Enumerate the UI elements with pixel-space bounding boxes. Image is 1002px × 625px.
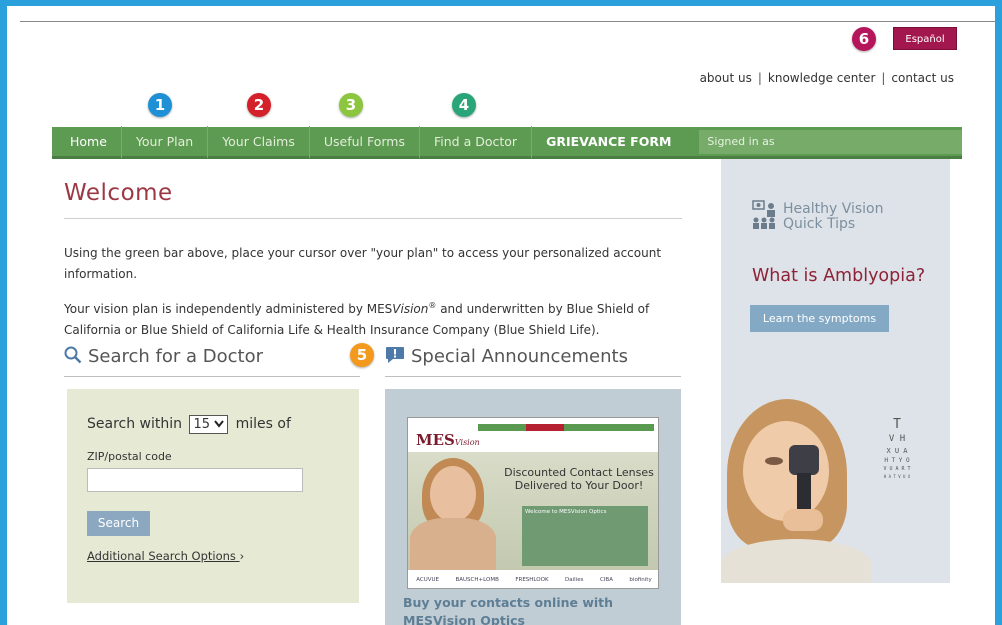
eye-chart-line: X U A bbox=[886, 447, 908, 455]
speech-bubble-icon bbox=[385, 346, 405, 369]
learn-symptoms-button[interactable]: Learn the symptoms bbox=[750, 305, 889, 332]
woman-shoulders bbox=[410, 518, 496, 570]
announcements-heading-text: Special Announcements bbox=[411, 346, 628, 367]
nav-find-a-doctor[interactable]: Find a Doctor bbox=[420, 125, 533, 158]
eye-chart: T V H X U A H T Y O V U A R T H A T V U … bbox=[867, 417, 927, 479]
thumb-nav-accent bbox=[526, 424, 564, 431]
title-divider bbox=[64, 218, 682, 219]
chevron-down-icon bbox=[214, 417, 224, 432]
callout-1: 1 bbox=[148, 93, 172, 117]
brand-logo: biofinity bbox=[629, 577, 652, 583]
callout-2: 2 bbox=[247, 93, 271, 117]
brand-logo: Dailies bbox=[565, 577, 584, 583]
main-nav-bar: Home Your Plan Your Claims Useful Forms … bbox=[52, 125, 962, 159]
announcements-heading: Special Announcements bbox=[385, 346, 628, 369]
brand-logo: BAUSCH+LOMB bbox=[455, 577, 499, 583]
child-with-ophthalmoscope-image bbox=[721, 399, 871, 583]
additional-search-options-link[interactable]: Additional Search Options › bbox=[87, 549, 244, 563]
child-hand bbox=[783, 509, 823, 531]
mesvision-logo-text: MES bbox=[416, 431, 455, 449]
about-us-link[interactable]: about us bbox=[700, 71, 752, 85]
zip-input[interactable] bbox=[87, 468, 303, 492]
brand-logo: ACUVUE bbox=[416, 577, 440, 583]
callout-3: 3 bbox=[339, 93, 363, 117]
announcements-heading-divider bbox=[385, 376, 681, 377]
healthy-vision-line2: Quick Tips bbox=[783, 216, 856, 232]
optics-site-thumbnail: MESVision Discounted Contact Lenses Deli… bbox=[407, 417, 659, 589]
ophthalmoscope-head bbox=[789, 445, 819, 475]
miles-select[interactable]: 15 bbox=[189, 415, 229, 434]
brand-logo: CIBA bbox=[599, 577, 613, 583]
plan-info-paragraph: Your vision plan is independently admini… bbox=[64, 295, 674, 341]
search-doctor-heading: Search for a Doctor bbox=[64, 346, 263, 369]
eye-exam-icon bbox=[752, 200, 778, 234]
search-within-row: Search within 15 miles of bbox=[87, 415, 291, 434]
nav-your-plan[interactable]: Your Plan bbox=[122, 125, 209, 158]
thumb-hero: Discounted Contact Lenses Delivered to Y… bbox=[408, 452, 658, 570]
link-separator: | bbox=[757, 71, 762, 85]
additional-search-options-label: Additional Search Options bbox=[87, 549, 236, 563]
contact-us-link[interactable]: contact us bbox=[891, 71, 954, 85]
callout-6: 6 bbox=[852, 27, 876, 51]
nav-your-claims[interactable]: Your Claims bbox=[208, 125, 310, 158]
top-divider bbox=[20, 21, 995, 22]
espanol-button[interactable]: Español bbox=[893, 27, 957, 50]
signed-in-field: Signed in as bbox=[699, 129, 962, 154]
doctor-search-panel: Search within 15 miles of ZIP/postal cod… bbox=[67, 389, 359, 603]
healthy-vision-line1: Healthy Vision bbox=[783, 201, 884, 217]
thumb-welcome-box: Welcome to MESVision Optics bbox=[522, 506, 648, 566]
mesvision-logo-sub: Vision bbox=[454, 438, 480, 447]
link-separator: | bbox=[881, 71, 886, 85]
miles-of-label: miles of bbox=[235, 416, 291, 432]
woman-face bbox=[430, 466, 476, 522]
intro-paragraph: Using the green bar above, place your cu… bbox=[64, 246, 662, 281]
brand-vision: Vision bbox=[392, 302, 429, 316]
healthy-vision-title: Healthy Vision Quick Tips bbox=[783, 202, 884, 232]
thumb-brand-strip: ACUVUE BAUSCH+LOMB FRESHLOOK Dailies CIB… bbox=[408, 570, 658, 588]
search-heading-divider bbox=[64, 376, 360, 377]
search-button[interactable]: Search bbox=[87, 511, 150, 536]
eye-chart-line: H T Y O bbox=[884, 457, 910, 464]
thumb-headline: Discounted Contact Lenses Delivered to Y… bbox=[504, 466, 654, 492]
child-eye bbox=[765, 457, 783, 465]
vision-tips-sidebar: Healthy Vision Quick Tips What is Amblyop… bbox=[721, 159, 950, 583]
zip-label: ZIP/postal code bbox=[87, 450, 172, 463]
page-title: Welcome bbox=[64, 180, 173, 206]
announcement-caption[interactable]: Buy your contacts online with MESVision … bbox=[403, 594, 673, 625]
callout-4: 4 bbox=[452, 93, 476, 117]
amblyopia-heading: What is Amblyopia? bbox=[752, 266, 926, 286]
plan-info-text-a: Your vision plan is independently admini… bbox=[64, 302, 393, 316]
eye-chart-line: T bbox=[893, 417, 901, 432]
knowledge-center-link[interactable]: knowledge center bbox=[768, 71, 875, 85]
callout-5: 5 bbox=[350, 343, 374, 367]
search-within-label: Search within bbox=[87, 416, 183, 432]
eye-chart-line: V H bbox=[888, 434, 906, 444]
eye-chart-line: H A T V U X bbox=[883, 474, 911, 479]
miles-select-value: 15 bbox=[193, 417, 211, 432]
nav-grievance-form[interactable]: GRIEVANCE FORM bbox=[532, 126, 685, 158]
search-doctor-heading-text: Search for a Doctor bbox=[88, 346, 264, 367]
thumb-nav-bar bbox=[478, 424, 654, 431]
nav-home[interactable]: Home bbox=[52, 125, 122, 158]
chevron-right-icon: › bbox=[239, 549, 245, 563]
search-icon bbox=[64, 346, 82, 369]
page-frame: 6 Español about us | knowledge center | cont… bbox=[7, 6, 995, 625]
child-shirt bbox=[721, 539, 871, 583]
announcement-card[interactable]: MESVision Discounted Contact Lenses Deli… bbox=[385, 389, 681, 625]
mesvision-logo: MESVision bbox=[416, 431, 480, 449]
nav-useful-forms[interactable]: Useful Forms bbox=[310, 125, 420, 158]
top-links: about us | knowledge center | contact us bbox=[700, 71, 954, 85]
brand-logo: FRESHLOOK bbox=[515, 577, 549, 583]
eye-chart-line: V U A R T bbox=[883, 466, 911, 472]
